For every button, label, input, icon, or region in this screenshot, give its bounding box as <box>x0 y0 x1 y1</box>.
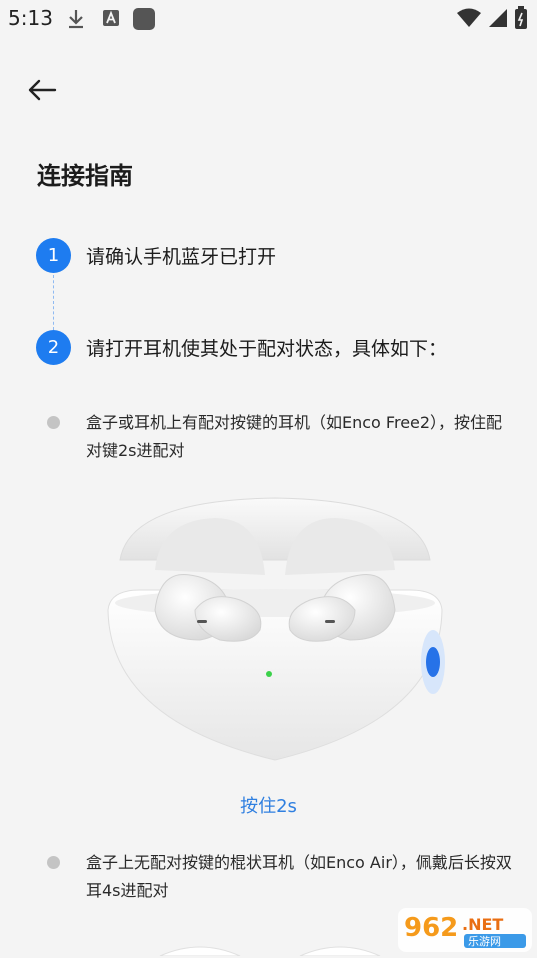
svg-text:乐游网: 乐游网 <box>468 935 501 948</box>
method-text: 盒子或耳机上有配对按键的耳机（如Enco Free2），按住配对键2s进配对 <box>86 413 503 460</box>
watermark-logo: 962 .NET 乐游网 <box>398 908 532 952</box>
signal-icon <box>489 9 507 27</box>
download-icon <box>69 10 83 29</box>
a-notification-icon <box>103 10 119 26</box>
step-1: 1 请确认手机蓝牙已打开 <box>36 238 276 273</box>
app-square-icon <box>133 8 155 30</box>
step-2: 2 请打开耳机使其处于配对状态，具体如下： <box>36 330 447 365</box>
step-text: 请打开耳机使其处于配对状态，具体如下： <box>86 338 448 360</box>
svg-text:.NET: .NET <box>462 915 503 934</box>
method-item: 盒子上无配对按键的棍状耳机（如Enco Air），佩戴后长按双耳4s进配对 <box>47 849 516 905</box>
image-caption: 按住2s <box>240 796 297 817</box>
bullet-dot <box>47 856 60 869</box>
earbuds-case-image <box>107 497 445 761</box>
back-button[interactable] <box>22 72 62 108</box>
step-number-badge: 2 <box>36 330 71 365</box>
arrow-left-icon <box>28 79 57 101</box>
step-connector <box>53 275 54 330</box>
method-text: 盒子上无配对按键的棍状耳机（如Enco Air），佩戴后长按双耳4s进配对 <box>86 853 512 900</box>
svg-text:962: 962 <box>404 913 458 943</box>
battery-icon <box>515 6 527 29</box>
method-item: 盒子或耳机上有配对按键的耳机（如Enco Free2），按住配对键2s进配对 <box>47 409 516 465</box>
step-number-badge: 1 <box>36 238 71 273</box>
page-title: 连接指南 <box>37 162 133 190</box>
status-bar: 5:13 <box>0 0 537 38</box>
bullet-dot <box>47 416 60 429</box>
wifi-icon <box>457 8 481 27</box>
watermark: 962 .NET 乐游网 <box>396 904 534 954</box>
step-text: 请确认手机蓝牙已打开 <box>86 246 277 268</box>
earbuds-stem-image <box>159 946 381 956</box>
status-time: 5:13 <box>8 6 53 30</box>
